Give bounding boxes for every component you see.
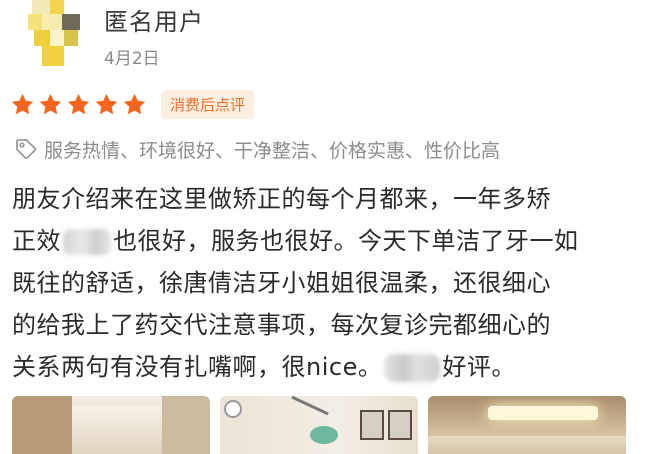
review-card: 匿名用户 4月2日 消费后点评 服务热情、环境很好、干净整洁、价格实惠、性价比高… <box>0 0 650 454</box>
tag-icon <box>14 137 38 161</box>
star-rating <box>10 92 147 117</box>
rating-row: 消费后点评 <box>10 87 255 121</box>
star-icon <box>38 92 63 117</box>
review-text: 朋友介绍来在这里做矫正的每个月都来，一年多矫 正效 也很好，服务也很好。今天下单洁… <box>12 178 637 388</box>
review-text-segment: 正效 <box>12 227 61 255</box>
review-text-segment: 也很好，服务也很好。今天下单洁了牙一如 <box>113 227 579 255</box>
star-icon <box>94 92 119 117</box>
tags-text: 服务热情、环境很好、干净整洁、价格实惠、性价比高 <box>44 139 501 162</box>
review-line: 既往的舒适，徐唐倩洁牙小姐姐很温柔，还很细心 <box>12 269 551 297</box>
review-line: 的给我上了药交代注意事项，每次复诊完都细心的 <box>12 311 551 339</box>
review-photo-2[interactable] <box>220 396 418 454</box>
username[interactable]: 匿名用户 <box>104 2 204 37</box>
redacted-blur <box>384 354 441 382</box>
star-icon <box>10 92 35 117</box>
review-date: 4月2日 <box>104 49 160 69</box>
redacted-blur <box>63 229 111 255</box>
tags-row: 服务热情、环境很好、干净整洁、价格实惠、性价比高 <box>14 133 500 165</box>
review-line: 正效 也很好，服务也很好。今天下单洁了牙一如 <box>12 220 637 262</box>
star-icon <box>122 92 147 117</box>
review-photo-3[interactable] <box>428 396 626 454</box>
review-photo-1[interactable] <box>12 396 210 454</box>
photo-gallery <box>12 396 626 454</box>
post-purchase-badge: 消费后点评 <box>161 89 255 119</box>
avatar[interactable] <box>28 0 84 66</box>
review-line: 关系两句有没有扎嘴啊，很nice。 好评。 <box>12 346 637 388</box>
review-text-segment: 好评。 <box>442 353 516 381</box>
star-icon <box>66 92 91 117</box>
review-text-segment: 关系两句有没有扎嘴啊，很nice。 <box>12 353 383 381</box>
review-line: 朋友介绍来在这里做矫正的每个月都来，一年多矫 <box>12 185 551 213</box>
